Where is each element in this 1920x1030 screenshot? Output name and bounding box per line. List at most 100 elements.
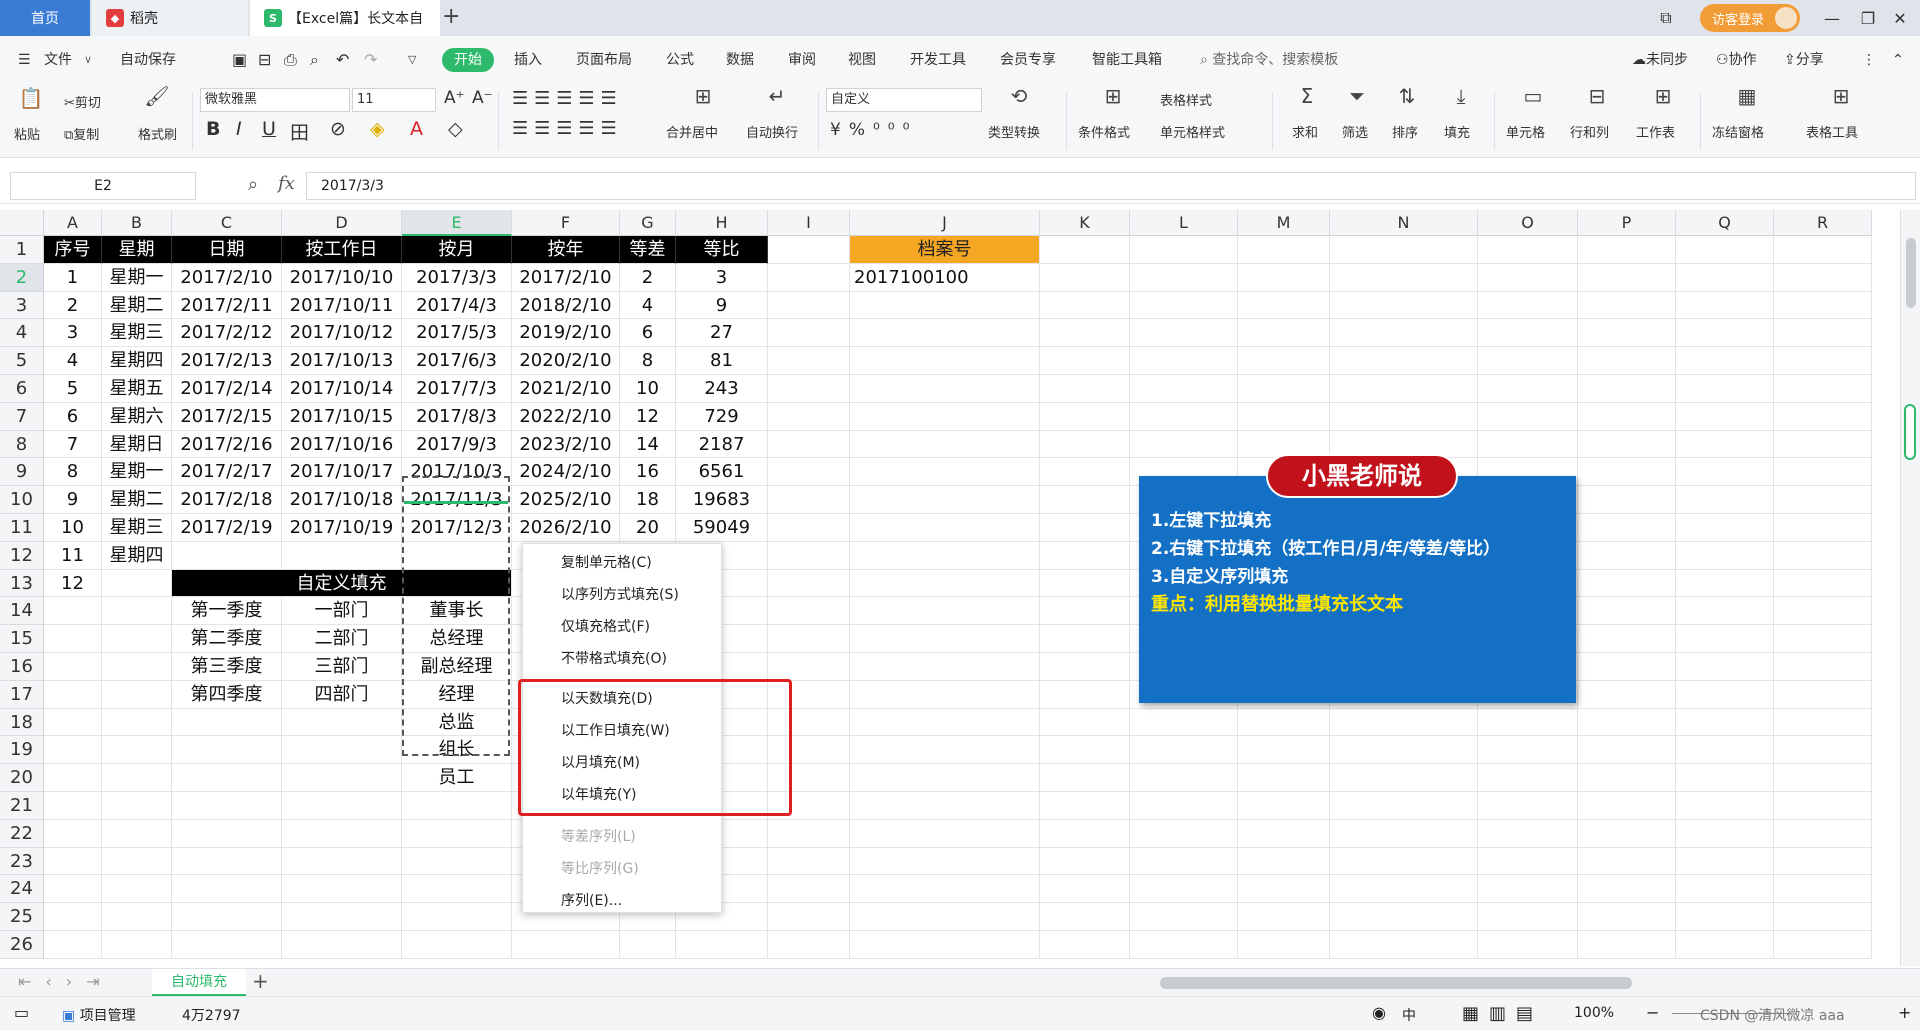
table-cell[interactable]: 2017/8/3 [402, 402, 512, 431]
grid-cell[interactable] [1676, 625, 1774, 653]
grid-cell[interactable] [1330, 847, 1478, 876]
cond-format-icon[interactable]: ⊞ [1098, 84, 1128, 108]
table-cell[interactable]: 27 [676, 319, 768, 348]
grid-cell[interactable] [1774, 319, 1872, 348]
sync-status[interactable]: ☁未同步 [1632, 48, 1688, 72]
column-header-q[interactable]: Q [1676, 210, 1774, 236]
grid-cell[interactable] [1130, 430, 1238, 459]
table-cell[interactable]: 2017/2/12 [172, 319, 282, 348]
grid-cell[interactable] [1676, 819, 1774, 848]
table-cell[interactable]: 12 [44, 569, 102, 598]
grid-cell[interactable] [850, 819, 1040, 848]
redo-icon[interactable]: ↷ [364, 48, 377, 72]
grid-cell[interactable] [1330, 875, 1478, 904]
row-header-14[interactable]: 14 [0, 597, 44, 626]
grid-cell[interactable] [1676, 375, 1774, 403]
table-cell[interactable]: 2020/2/10 [512, 347, 620, 375]
grid-cell[interactable] [1578, 430, 1676, 459]
table-header-cell[interactable]: 按年 [512, 236, 620, 264]
grid-cell[interactable] [1238, 263, 1330, 292]
grid-cell[interactable] [102, 597, 172, 626]
table-cell[interactable]: 1 [44, 263, 102, 292]
table-cell[interactable]: 星期三 [102, 319, 172, 348]
tab-review[interactable]: 审阅 [788, 48, 816, 72]
grid-cell[interactable] [44, 792, 102, 820]
table-cell[interactable]: 8 [620, 347, 676, 375]
grid-cell[interactable] [850, 402, 1040, 431]
table-cell[interactable]: 2017/4/3 [402, 291, 512, 320]
grid-cell[interactable] [1130, 347, 1238, 375]
grid-cell[interactable] [1578, 263, 1676, 292]
grid-cell[interactable] [1578, 625, 1676, 653]
scroll-position-indicator[interactable] [1904, 404, 1916, 460]
grid-cell[interactable] [1676, 847, 1774, 876]
convert-icon[interactable]: ⟲ [1004, 84, 1034, 108]
row-header-6[interactable]: 6 [0, 375, 44, 403]
filter-button[interactable]: 筛选 [1342, 122, 1368, 141]
grid-cell[interactable] [850, 764, 1040, 792]
grid-cell[interactable] [1676, 402, 1774, 431]
table-cell[interactable]: 243 [676, 375, 768, 403]
rowcol-button[interactable]: 行和列 [1570, 122, 1609, 141]
row-header-8[interactable]: 8 [0, 430, 44, 459]
minimize-icon[interactable]: — [1812, 0, 1852, 36]
grid-cell[interactable] [1040, 514, 1130, 542]
grid-cell[interactable] [850, 347, 1040, 375]
table-cell[interactable]: 2017/10/16 [282, 430, 402, 459]
sort-button[interactable]: 排序 [1392, 122, 1418, 141]
table-cell[interactable]: 10 [620, 375, 676, 403]
grid-cell[interactable] [850, 680, 1040, 709]
paste-icon[interactable]: 📋 [16, 86, 46, 110]
context-menu-item[interactable]: 序列(E)... [561, 890, 622, 910]
grid-cell[interactable] [172, 875, 282, 904]
table-cell[interactable]: 2026/2/10 [512, 514, 620, 542]
grid-cell[interactable] [102, 875, 172, 904]
grid-cell[interactable] [1774, 402, 1872, 431]
grid-cell[interactable] [1238, 903, 1330, 931]
fx-icon[interactable]: fx [278, 173, 295, 194]
grid-cell[interactable] [1040, 263, 1130, 292]
table-cell[interactable]: 59049 [676, 514, 768, 542]
table-cell[interactable]: 星期四 [102, 347, 172, 375]
grid-cell[interactable] [1774, 764, 1872, 792]
context-menu-item[interactable]: 以序列方式填充(S) [561, 584, 679, 604]
column-header-e[interactable]: E [402, 210, 512, 236]
sheet-tab-active[interactable]: 自动填充 [152, 969, 246, 996]
grid-cell[interactable] [282, 764, 402, 792]
grid-cell[interactable] [1238, 931, 1330, 959]
grid-cell[interactable] [1676, 597, 1774, 626]
table-cell[interactable]: 2187 [676, 430, 768, 459]
table-cell[interactable]: 4 [620, 291, 676, 320]
table-cell[interactable]: 9 [676, 291, 768, 320]
font-size-select[interactable]: 11 [352, 88, 436, 112]
table-cell[interactable]: 3 [676, 263, 768, 292]
grid-cell[interactable] [282, 736, 402, 765]
grid-cell[interactable] [1774, 263, 1872, 292]
table-cell[interactable]: 11 [44, 541, 102, 570]
grid-cell[interactable] [172, 931, 282, 959]
grid-cell[interactable] [1578, 458, 1676, 487]
table-header-cell[interactable]: 按月 [402, 236, 512, 264]
row-header-1[interactable]: 1 [0, 236, 44, 264]
grid-cell[interactable] [1040, 875, 1130, 904]
sheet-icon[interactable]: ⊞ [1648, 84, 1678, 108]
cell-button[interactable]: 单元格 [1506, 122, 1545, 141]
archive-value-cell[interactable]: 2017100100 [850, 263, 1040, 292]
grid-cell[interactable] [1130, 819, 1238, 848]
grid-cell[interactable] [768, 625, 850, 653]
tab-document[interactable]: S 【Excel篇】长文本自 [250, 0, 440, 36]
number-format-select[interactable]: 自定义 [826, 88, 982, 112]
grid-cell[interactable] [1130, 708, 1238, 737]
italic-icon[interactable]: I [236, 118, 242, 140]
grid-cell[interactable] [1130, 764, 1238, 792]
close-icon[interactable]: ✕ [1880, 0, 1920, 36]
window-layout-icon[interactable]: ⧉ [1646, 0, 1686, 36]
wrap-text-button[interactable]: 自动换行 [746, 122, 798, 141]
border-icon[interactable]: 田 [290, 118, 309, 145]
table-cell[interactable]: 2017/10/15 [282, 402, 402, 431]
grid-cell[interactable] [1478, 263, 1578, 292]
grid-cell[interactable] [1774, 291, 1872, 320]
archive-header-cell[interactable]: 档案号 [850, 236, 1040, 264]
grid-cell[interactable] [1040, 486, 1130, 514]
grid-cell[interactable] [1578, 375, 1676, 403]
